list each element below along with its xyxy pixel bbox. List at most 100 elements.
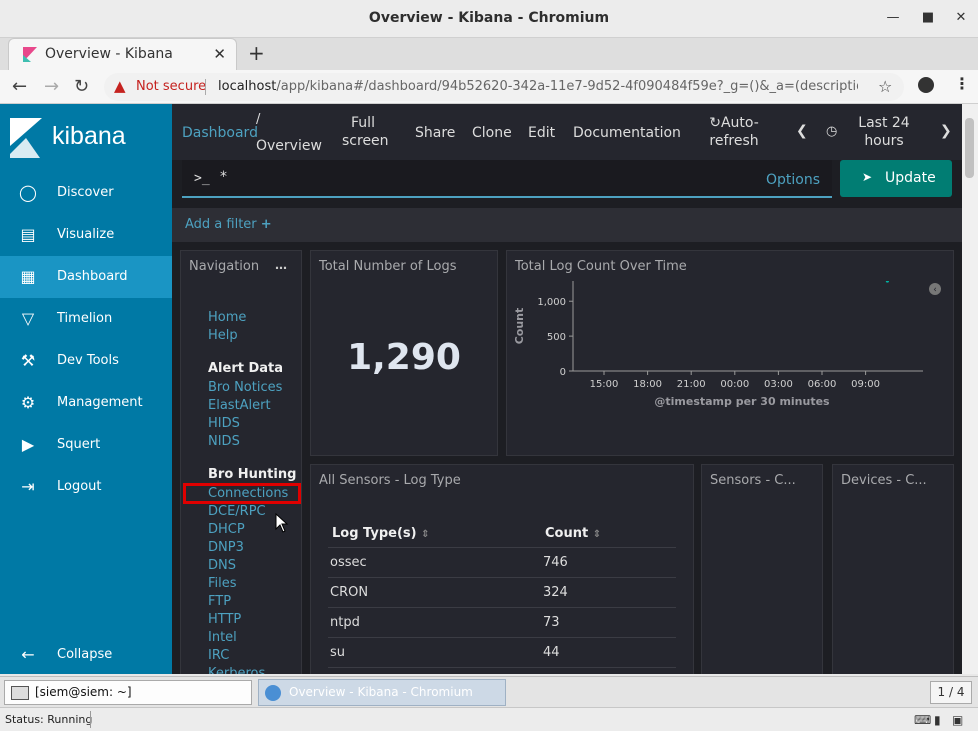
nav-link-elastalert[interactable]: ElastAlert xyxy=(208,398,271,413)
not-secure-label[interactable]: Not secure xyxy=(136,79,206,94)
auto-refresh-button[interactable]: ↻Auto- refresh xyxy=(708,114,760,150)
keyboard-icon[interactable]: ⌨ xyxy=(914,713,931,727)
sidebar-item-label: Visualize xyxy=(57,227,115,242)
clone-button[interactable]: Clone xyxy=(472,124,512,142)
breadcrumb-separator: / xyxy=(256,112,261,127)
x-tick-label: 03:00 xyxy=(764,379,793,390)
full-screen-button[interactable]: Full screen xyxy=(342,114,389,150)
browser-tab[interactable]: Overview - Kibana ✕ xyxy=(8,38,237,70)
play-icon: ▶ xyxy=(21,435,35,454)
log-type-cell: ossec xyxy=(330,555,367,570)
page-scrollbar[interactable] xyxy=(962,104,978,674)
back-icon[interactable]: ← xyxy=(12,76,27,97)
update-button[interactable]: ➤ Update xyxy=(840,160,952,197)
sidebar-item-management[interactable]: ⚙ Management xyxy=(0,382,172,424)
warning-icon: ▲ xyxy=(114,77,126,95)
query-options-button[interactable]: Options xyxy=(766,172,820,188)
nav-link-dhcp[interactable]: DHCP xyxy=(208,522,245,537)
sidebar-item-discover[interactable]: ◯ Discover xyxy=(0,172,172,214)
nav-heading-bro-hunting: Bro Hunting xyxy=(208,467,297,482)
log-count-panel: Total Log Count Over Time 0 500 1,000 15:00… xyxy=(506,250,954,456)
taskbar-terminal[interactable]: [siem@siem: ~] xyxy=(4,680,252,705)
nav-link-home[interactable]: Home xyxy=(208,310,246,325)
time-range-line1: Last 24 xyxy=(858,115,910,131)
nav-link-intel[interactable]: Intel xyxy=(208,630,237,645)
log-type-panel: All Sensors - Log Type Log Type(s) ⇕ Cou… xyxy=(310,464,694,674)
time-range-line2: hours xyxy=(864,133,904,149)
breadcrumb-overview: Overview xyxy=(256,138,322,154)
nav-link-hids[interactable]: HIDS xyxy=(208,416,240,431)
column-header-count[interactable]: Count ⇕ xyxy=(545,526,601,541)
sidebar-item-visualize[interactable]: ▤ Visualize xyxy=(0,214,172,256)
nav-link-ftp[interactable]: FTP xyxy=(208,594,231,609)
nav-link-http[interactable]: HTTP xyxy=(208,612,241,627)
taskbar-chromium[interactable]: Overview - Kibana - Chromium xyxy=(258,679,506,706)
count-cell: 73 xyxy=(543,615,560,630)
url-host: localhost xyxy=(218,79,277,94)
account-icon[interactable] xyxy=(918,77,934,93)
maximize-icon[interactable]: ■ xyxy=(919,9,937,27)
sidebar-item-dashboard[interactable]: ▦ Dashboard xyxy=(0,256,172,298)
column-header-label: Count xyxy=(545,526,589,541)
nav-link-irc[interactable]: IRC xyxy=(208,648,229,663)
add-filter-button[interactable]: Add a filter + xyxy=(185,217,272,232)
tab-close-icon[interactable]: ✕ xyxy=(213,45,226,63)
nav-link-kerberos[interactable]: Kerberos xyxy=(208,666,265,674)
sidebar-item-label: Timelion xyxy=(57,311,113,326)
sidebar-item-logout[interactable]: ⇥ Logout xyxy=(0,466,172,508)
status-text: Status: Running xyxy=(5,713,93,726)
total-logs-panel: Total Number of Logs 1,290 xyxy=(310,250,498,456)
status-bar: Status: Running ⌨ ▮ ▣ xyxy=(0,707,978,731)
panel-title: Total Log Count Over Time xyxy=(515,259,687,274)
documentation-button[interactable]: Documentation xyxy=(573,124,681,142)
url-text[interactable]: localhost/app/kibana#/dashboard/94b52620… xyxy=(218,79,858,94)
sidebar-item-timelion[interactable]: ▽ Timelion xyxy=(0,298,172,340)
nav-link-dnp3[interactable]: DNP3 xyxy=(208,540,244,555)
nav-link-nids[interactable]: NIDS xyxy=(208,434,240,449)
connections-highlight-box xyxy=(183,483,301,504)
address-bar[interactable]: ▲ Not secure localhost/app/kibana#/dashb… xyxy=(104,73,904,101)
sidebar-item-squert[interactable]: ▶ Squert xyxy=(0,424,172,466)
usb-icon[interactable]: ▮ xyxy=(934,713,941,727)
forward-icon[interactable]: → xyxy=(44,76,59,97)
sort-icon: ⇕ xyxy=(592,529,602,540)
panel-title: All Sensors - Log Type xyxy=(319,473,461,488)
workspace-pager[interactable]: 1 / 4 xyxy=(930,681,972,704)
bookmark-star-icon[interactable]: ☆ xyxy=(878,77,892,96)
query-value[interactable]: * xyxy=(220,169,227,185)
log-count-chart: 0 500 1,000 15:00 18:00 21:00 00:00 03:00 06:00 0… xyxy=(513,281,941,408)
navigation-panel: Navigation ⋯ Home Help Alert Data Bro No… xyxy=(180,250,302,674)
nav-link-help[interactable]: Help xyxy=(208,328,238,343)
time-prev-icon[interactable]: ❮ xyxy=(796,122,808,140)
sidebar-collapse[interactable]: ← Collapse xyxy=(0,634,172,676)
nav-link-files[interactable]: Files xyxy=(208,576,237,591)
share-button[interactable]: Share xyxy=(415,124,455,142)
close-window-icon[interactable]: ✕ xyxy=(952,9,970,27)
breadcrumb-dashboard[interactable]: Dashboard xyxy=(182,125,258,141)
x-tick-label: 18:00 xyxy=(633,379,662,390)
chart-icon: ▤ xyxy=(20,225,36,244)
nav-link-bro-notices[interactable]: Bro Notices xyxy=(208,380,282,395)
refresh-icon: ↻ xyxy=(709,115,721,131)
panel-options-icon[interactable]: ⋯ xyxy=(275,261,287,275)
window-title: Overview - Kibana - Chromium xyxy=(368,10,610,26)
scrollbar-thumb[interactable] xyxy=(965,118,974,178)
y-tick-label: 1,000 xyxy=(537,297,566,308)
sidebar-item-dev-tools[interactable]: ⚒ Dev Tools xyxy=(0,340,172,382)
nav-link-dns[interactable]: DNS xyxy=(208,558,236,573)
taskbar: [siem@siem: ~] Overview - Kibana - Chrom… xyxy=(0,676,978,707)
column-header-log-type[interactable]: Log Type(s) ⇕ xyxy=(332,526,430,541)
time-range-button[interactable]: Last 24 hours xyxy=(856,114,912,150)
time-next-icon[interactable]: ❯ xyxy=(940,122,952,140)
edit-button[interactable]: Edit xyxy=(528,124,555,142)
network-icon[interactable]: ▣ xyxy=(952,713,963,727)
nav-link-dce-rpc[interactable]: DCE/RPC xyxy=(208,504,266,519)
minimize-icon[interactable]: — xyxy=(884,9,902,27)
auto-refresh-line1: Auto- xyxy=(720,115,759,131)
new-tab-icon[interactable]: + xyxy=(248,41,265,65)
table-row: CRON 324 xyxy=(328,577,676,607)
reload-icon[interactable]: ↻ xyxy=(74,76,89,97)
browser-menu-icon[interactable]: ⋮ xyxy=(954,74,970,93)
query-input[interactable]: >_ * Options xyxy=(182,160,832,198)
x-tick-label: 21:00 xyxy=(677,379,706,390)
